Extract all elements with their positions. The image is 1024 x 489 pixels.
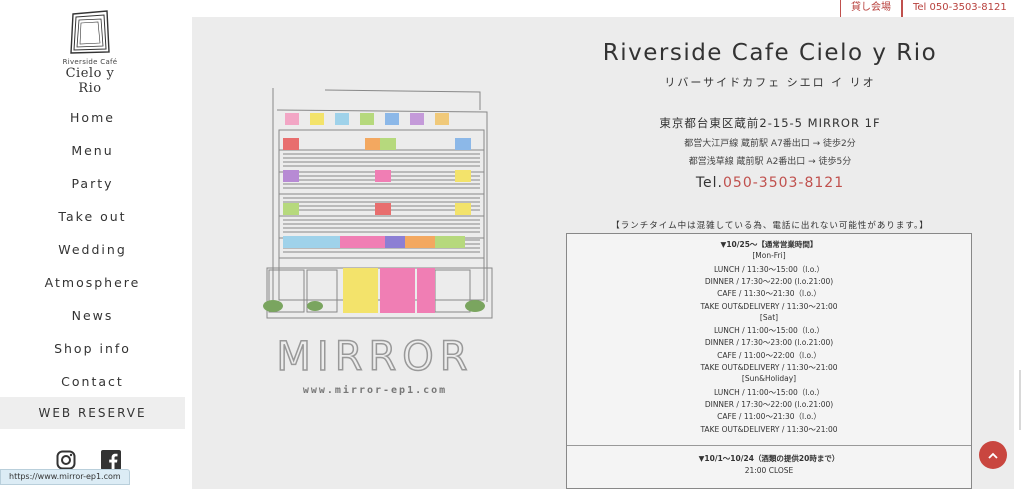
nav-item-take-out[interactable]: Take out [0,204,185,237]
nav-item-news[interactable]: News [0,303,185,336]
access-asakusa: 都営浅草線 蔵前駅 A2番出口 → 徒歩5分 [688,157,852,167]
hours-line: ▼10/25～【通常営業時間】 [720,240,818,249]
hours-line: [Sun&Holiday] [741,374,797,384]
hours-line: TAKE OUT&DELIVERY / 11:30～21:00 [700,424,838,434]
tel-prefix: Tel. [695,175,724,191]
nav-item-menu[interactable]: Menu [0,138,185,171]
business-hours-box: ▼10/25～【通常営業時間】 [Mon-Fri] LUNCH / 11:30～15… [566,233,972,489]
nav-item-atmosphere[interactable]: Atmosphere [0,270,185,303]
hours-line: DINNER / 17:30～23:00 (l.o.21:00) [704,338,834,348]
hours-line-2: ▼10/1～10/24（酒類の提供20時まで） [698,454,840,463]
web-reserve-button[interactable]: WEB RESERVE [0,397,185,429]
hours-line: [Sat] [759,312,779,322]
shop-title: Riverside Cafe Cielo y Rio [602,40,938,66]
building-illustration: MIRROR www.mirror-ep1.com [255,80,495,400]
logo-mark-icon [67,8,113,56]
mirror-url-text: www.mirror-ep1.com [303,384,447,396]
main-nav: Home Menu Party Take out Wedding Atmosphere Ne… [0,105,185,402]
logo[interactable]: Riverside Café Cielo y Rio [58,8,122,96]
hours-line: CAFE / 11:30～21:30（l.o.） [717,289,821,299]
scrollbar-thumb[interactable] [1019,370,1021,430]
chevron-up-icon[interactable] [979,441,1007,469]
logo-tagline: Riverside Café [62,58,118,66]
hours-line: TAKE OUT&DELIVERY / 11:30～21:00 [700,363,838,372]
hours-line: CAFE / 11:00～22:00（l.o.） [717,350,821,360]
hours-line: CAFE / 11:00～21:30（l.o.） [717,412,821,422]
hours-line: LUNCH / 11:00～15:00（l.o.） [713,326,825,336]
hours-line: TAKE OUT&DELIVERY / 11:30～21:00 [700,301,838,311]
shop-kana: リバーサイドカフェ シエロ イ リオ [664,76,876,89]
access-oedo: 都営大江戸線 蔵前駅 A7番出口 → 徒歩2分 [684,139,856,149]
hours-line-2: 21:00 CLOSE [744,465,794,475]
hours-line: LUNCH / 11:30～15:00（l.o.） [713,264,825,274]
hours-line: DINNER / 17:30～22:00 (l.o.21:00) [704,399,834,409]
hours-line: LUNCH / 11:00～15:00（l.o.） [713,387,825,397]
shop-address: 東京都台東区蔵前2-15-5 MIRROR 1F [659,116,881,130]
shop-tel: Tel.050-3503-8121 [560,175,980,191]
logo-name: Cielo y Rio [65,66,115,96]
hours-line: [Mon-Fri] [752,251,786,261]
rental-space-button[interactable]: 貸し会場 [840,0,902,18]
mirror-logo-text: MIRROR [276,334,473,380]
tel-button[interactable]: Tel 050-3503-8121 [902,0,1018,18]
nav-item-home[interactable]: Home [0,105,185,138]
hours-divider [567,445,971,446]
lunch-notice: 【ランチタイム中は混雑している為、電話に出れない可能性があります。】 [611,221,929,231]
tel-number[interactable]: 050-3503-8121 [723,175,844,191]
hours-line: DINNER / 17:30～22:00 (l.o.21:00) [704,276,834,286]
sidebar: Riverside Café Cielo y Rio Home Menu Party… [0,0,192,489]
nav-item-wedding[interactable]: Wedding [0,237,185,270]
nav-item-shop-info[interactable]: Shop info [0,336,185,369]
status-bar-url: https://www.mirror-ep1.com [0,469,130,485]
nav-item-party[interactable]: Party [0,171,185,204]
